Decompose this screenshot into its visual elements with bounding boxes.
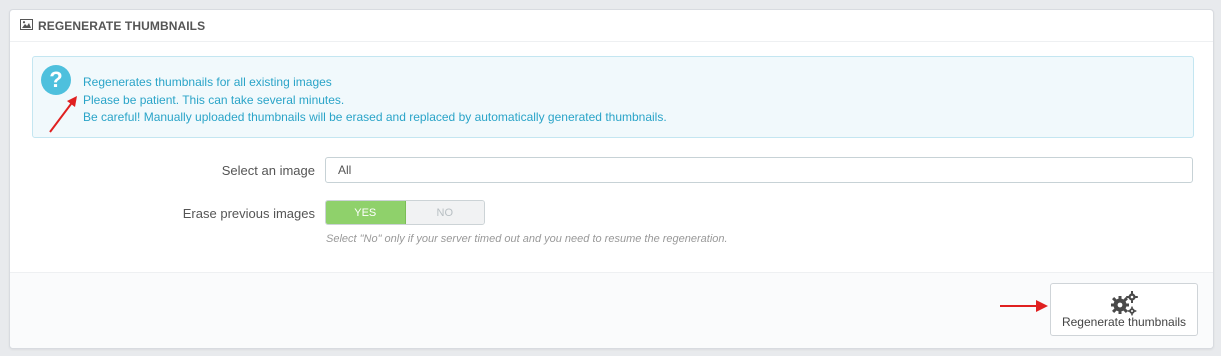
annotation-arrow-icon <box>1000 300 1048 312</box>
gears-icon <box>1109 290 1139 319</box>
annotation-arrow-icon <box>49 96 77 133</box>
select-image-value: All <box>338 163 352 177</box>
question-icon: ? <box>41 65 71 95</box>
alert-line: Please be patient. This can take several… <box>83 92 345 107</box>
select-image-dropdown[interactable]: All <box>325 157 1193 183</box>
info-alert: ? Regenerates thumbnails for all existin… <box>32 56 1194 138</box>
erase-yes-option[interactable]: YES <box>326 201 406 224</box>
alert-line: Be careful! Manually uploaded thumbnails… <box>83 110 667 124</box>
panel-title: REGENERATE THUMBNAILS <box>38 18 206 33</box>
select-image-label: Select an image <box>221 163 315 178</box>
erase-previous-label: Erase previous images <box>182 206 315 221</box>
erase-previous-switch[interactable]: YES NO <box>325 200 485 225</box>
alert-line: Regenerates thumbnails for all existing … <box>83 75 332 89</box>
erase-help-text: Select "No" only if your server timed ou… <box>326 233 728 245</box>
panel-heading: REGENERATE THUMBNAILS <box>10 10 1213 42</box>
picture-icon <box>20 18 33 33</box>
regenerate-thumbnails-button[interactable]: Regenerate thumbnails <box>1050 283 1198 336</box>
alert-lines: Regenerates thumbnails for all existing … <box>83 74 667 127</box>
erase-no-option[interactable]: NO <box>405 201 484 224</box>
